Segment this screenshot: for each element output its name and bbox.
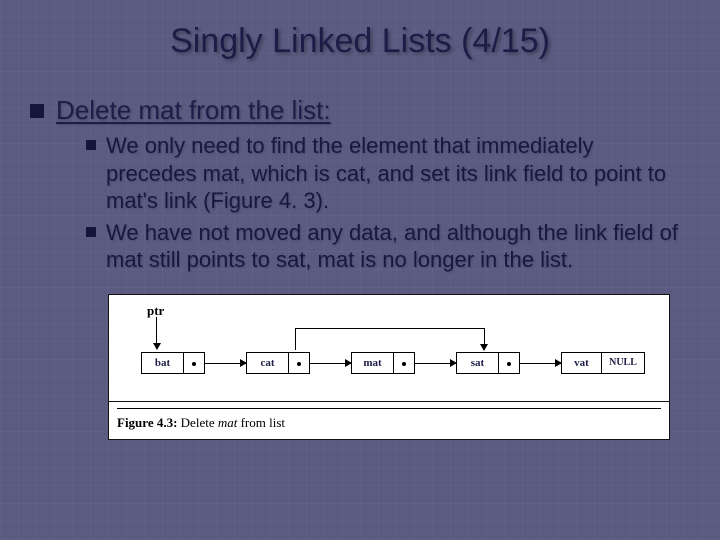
list-node: cat	[246, 352, 310, 374]
caption-text: Delete	[177, 415, 217, 430]
caption-text: from list	[237, 415, 285, 430]
sub-bullet-2: We have not moved any data, and although…	[86, 219, 690, 274]
arrow-right-icon	[205, 352, 246, 374]
node-label: bat	[142, 353, 184, 373]
bullet-level1: Delete mat from the list:	[30, 95, 690, 126]
node-link-icon	[184, 353, 204, 373]
list-node: mat	[351, 352, 415, 374]
node-label: vat	[562, 353, 602, 373]
bullet-text: Delete mat from the list:	[56, 95, 331, 126]
sub-bullet-1: We only need to find the element that im…	[86, 132, 690, 215]
sub-bullets: We only need to find the element that im…	[30, 126, 690, 274]
node-label: sat	[457, 353, 499, 373]
node-link-icon	[289, 353, 309, 373]
divider	[117, 408, 661, 409]
node-label: mat	[352, 353, 394, 373]
node-link-icon	[499, 353, 519, 373]
arrow-right-icon	[415, 352, 456, 374]
square-bullet-icon	[86, 227, 96, 237]
list-node: sat	[456, 352, 520, 374]
list-node: vat NULL	[561, 352, 645, 374]
skip-arrow-icon	[295, 328, 485, 350]
square-bullet-icon	[86, 140, 96, 150]
slide-body: Delete mat from the list: We only need t…	[0, 61, 720, 440]
node-row: bat cat mat sat	[141, 349, 645, 377]
figure: ptr bat cat mat	[108, 294, 670, 440]
sub-bullet-text: We have not moved any data, and although…	[106, 219, 690, 274]
node-null: NULL	[602, 353, 644, 373]
square-bullet-icon	[30, 104, 44, 118]
arrow-right-icon	[310, 352, 351, 374]
node-link-icon	[394, 353, 414, 373]
list-node: bat	[141, 352, 205, 374]
figure-caption: Figure 4.3: Delete mat from list	[108, 402, 670, 440]
slide-title: Singly Linked Lists (4/15)	[0, 0, 720, 61]
figure-diagram: ptr bat cat mat	[108, 294, 670, 402]
arrow-down-icon	[156, 317, 157, 349]
caption-number: Figure 4.3:	[117, 415, 177, 430]
node-label: cat	[247, 353, 289, 373]
sub-bullet-text: We only need to find the element that im…	[106, 132, 690, 215]
caption-italic: mat	[218, 415, 238, 430]
arrow-right-icon	[520, 352, 561, 374]
